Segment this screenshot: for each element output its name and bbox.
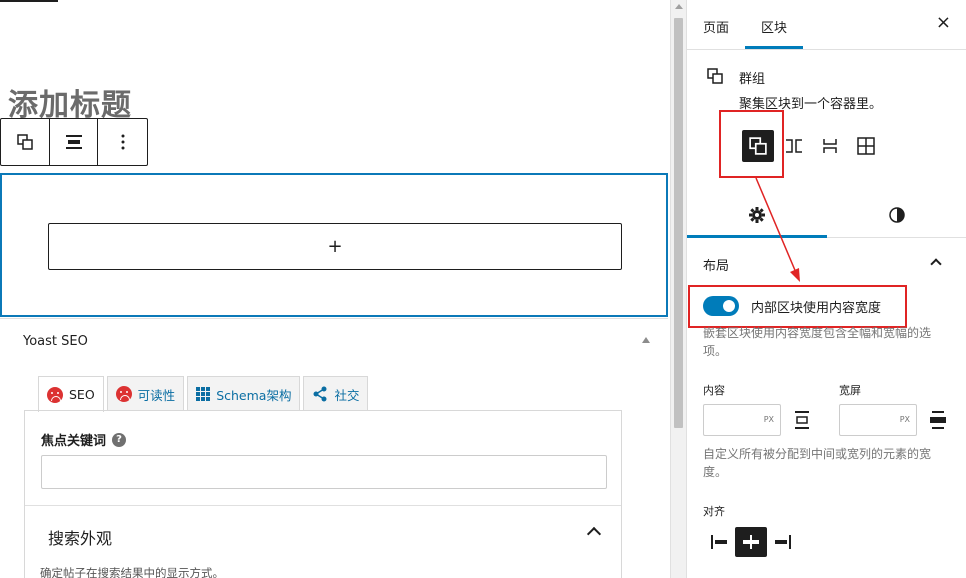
active-tab-indicator [745,46,803,49]
editor-canvas: 添加标题 + Yoast SEO SEO 可读性 Schema架构 社交 焦点关… [0,0,670,578]
wide-width-icon [930,411,946,429]
block-inspector-tabs [687,192,966,238]
styles-tab[interactable] [827,192,966,238]
toggle-help-text: 嵌套区块使用内容宽度包含全幅和宽幅的选项。 [703,326,932,358]
group-block-icon [707,68,723,84]
layout-heading[interactable]: 布局 [703,255,729,274]
wide-width-label: 宽屏 [839,384,861,397]
more-options-icon[interactable] [98,119,147,165]
tab-schema[interactable]: Schema架构 [187,376,301,411]
yoast-panel-header[interactable]: Yoast SEO [0,318,668,364]
editor-scrollbar[interactable] [670,0,686,578]
focus-keyword-text: 焦点关键词 [41,434,107,449]
width-help-text: 自定义所有被分配到中间或宽列的元素的宽度。 [703,447,932,479]
block-toolbar [0,118,148,166]
group-block-icon[interactable] [1,119,50,165]
inner-content-width-toggle[interactable] [703,296,739,316]
tab-label: Schema架构 [216,387,292,403]
justify-center-icon[interactable] [735,527,767,557]
content-width-input[interactable]: PX [703,404,781,436]
settings-tab[interactable] [687,192,827,238]
yoast-tabs: SEO 可读性 Schema架构 社交 [38,376,371,412]
yoast-title: Yoast SEO [23,334,88,349]
tab-label: 社交 [334,387,360,403]
block-name: 群组 [739,72,766,87]
chevron-up-icon[interactable] [586,526,602,542]
sad-face-icon [47,386,63,403]
collapse-caret-icon[interactable] [642,337,650,343]
chevron-up-icon[interactable] [930,258,942,270]
align-icon[interactable] [50,119,99,165]
half-circle-icon [889,207,905,223]
tab-block[interactable]: 区块 [761,17,787,36]
highlight-box [719,110,784,178]
alignment-label: 对齐 [703,505,725,518]
seo-tab-panel: 焦点关键词 ? 搜索外观 确定帖子在搜索结果中的显示方式。 [24,410,622,578]
search-appearance-title[interactable]: 搜索外观 [48,525,112,549]
content-width-icon [795,411,809,429]
grid-variation-icon[interactable] [850,130,882,162]
tab-seo[interactable]: SEO [38,376,104,412]
justify-right-icon[interactable] [767,527,799,557]
tab-page[interactable]: 页面 [703,17,729,36]
close-icon[interactable]: × [936,12,951,33]
block-appender-button[interactable]: + [48,223,622,270]
wide-width-input[interactable]: PX [839,404,917,436]
search-appearance-desc: 确定帖子在搜索结果中的显示方式。 [40,566,224,578]
tab-readability[interactable]: 可读性 [106,376,185,411]
divider [25,505,621,506]
unit-label: PX [899,415,910,424]
scroll-up-arrow-icon[interactable] [675,4,683,9]
toggle-label: 内部区块使用内容宽度 [751,301,882,316]
sad-face-icon [115,386,132,402]
stack-variation-icon[interactable] [814,130,846,162]
unit-label: PX [763,415,774,424]
content-width-label: 内容 [703,384,725,397]
tab-label: SEO [69,387,95,402]
tab-social[interactable]: 社交 [303,376,369,411]
scrollbar-thumb[interactable] [674,18,683,428]
grid-icon [196,387,211,401]
group-block[interactable]: + [0,173,668,317]
sidebar-tabs: 页面 区块 × [687,0,966,50]
focus-keyword-label: 焦点关键词 ? [41,430,127,449]
focus-keyword-input[interactable] [41,455,607,489]
top-edge-mark [0,0,58,2]
share-icon [313,386,327,402]
alignment-control [703,527,799,557]
active-subtab-indicator [687,235,827,238]
tab-label: 可读性 [137,387,176,403]
help-icon[interactable]: ? [112,432,127,447]
gear-icon [749,207,765,223]
settings-sidebar: 页面 区块 × 群组 聚集区块到一个容器里。 布局 内部区块使用内容宽度 嵌套区… [686,0,966,578]
editor-window: 添加标题 + Yoast SEO SEO 可读性 Schema架构 社交 焦点关… [0,0,966,578]
justify-left-icon[interactable] [703,527,735,557]
